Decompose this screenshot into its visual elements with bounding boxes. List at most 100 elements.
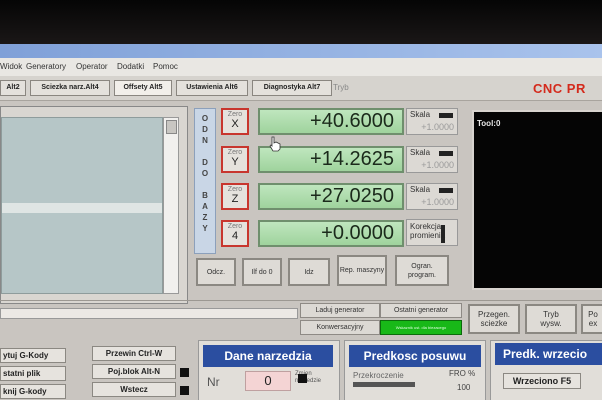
korekcja-indicator [441, 225, 445, 243]
display-line2: wysw. [540, 319, 562, 328]
machine-ref-button[interactable]: Rep. maszyny [337, 255, 387, 286]
green-status-button[interactable]: Wskaznik ust. dla biezacego [380, 320, 462, 335]
dro-4[interactable]: +0.0000 [258, 220, 404, 247]
display-line1: Tryb [543, 310, 559, 319]
zero-y-button[interactable]: Zero Y [221, 146, 249, 173]
override-label: Przekroczenie [353, 371, 404, 380]
odn-letter: N [202, 136, 208, 145]
tab-sciezka[interactable]: Sciezka narz.Alt4 [30, 80, 110, 96]
separator [0, 300, 602, 301]
zero-z-button[interactable]: Zero Z [221, 183, 249, 210]
odn-letter [195, 146, 215, 157]
tab-diagnostyka[interactable]: Diagnostyka Alt7 [252, 80, 332, 96]
single-block-led [180, 368, 189, 377]
gcode-scrollbar[interactable] [163, 117, 179, 294]
feed-rate-panel: Predkosc posuwu Przekroczenie FRO % 100 [344, 340, 486, 400]
display-mode-button[interactable]: Tryb wysw. [525, 304, 577, 334]
korekcja-line2: promienia [410, 231, 446, 240]
zero-x-button[interactable]: Zero X [221, 108, 249, 135]
scrollbar-thumb[interactable] [166, 120, 177, 134]
odn-letter: D [202, 158, 208, 167]
tool-data-panel: Dane narzedzia Nr 0 Zmien narzedzie [198, 340, 340, 400]
tab-bar: Alt2 Sciezka narz.Alt4 Offsety Alt5 Usta… [0, 76, 602, 101]
tryb-label: Tryb [333, 83, 349, 92]
close-gcode-button[interactable]: knij G-kody [0, 384, 66, 399]
odn-letter: Y [202, 224, 208, 233]
window-title-strip [0, 44, 602, 58]
extra-button[interactable]: Po ex [581, 304, 602, 334]
odn-letter [195, 179, 215, 190]
regen-path-button[interactable]: Przegen. sciezke [468, 304, 520, 334]
all-to-zero-button[interactable]: Ilf do 0 [242, 258, 282, 286]
scale-indicator [439, 113, 453, 118]
menu-pomoc[interactable]: Pomoc [153, 62, 178, 71]
zero-label: Zero [227, 149, 243, 156]
single-block-button[interactable]: Poj.blok Alt-N [92, 364, 176, 379]
odn-letter: A [202, 202, 208, 211]
hand-cursor-icon [269, 136, 281, 152]
scale-value: +1.0000 [421, 160, 454, 170]
override-indicator [353, 382, 415, 387]
spindle-toggle-button[interactable]: Wrzeciono F5 [503, 373, 581, 389]
file-path-field [0, 308, 298, 319]
goto-button[interactable]: Idz [288, 258, 330, 286]
tab-offsety[interactable]: Offsety Alt5 [114, 80, 172, 96]
tab-alt2[interactable]: Alt2 [0, 80, 26, 96]
menu-generatory[interactable]: Generatory [26, 62, 66, 71]
load-generator-button[interactable]: Laduj generator [300, 303, 380, 318]
scale-indicator [439, 151, 453, 156]
brand-title: CNC PR [533, 81, 586, 96]
odcz-button[interactable]: Odcz. [196, 258, 236, 286]
scale-z[interactable]: Skala +1.0000 [406, 183, 458, 210]
mach-screen: Widok Generatory Operator Dodatki Pomoc … [0, 44, 602, 400]
rewind-button[interactable]: Przewin Ctrl-W [92, 346, 176, 361]
scale-x[interactable]: Skala +1.0000 [406, 108, 458, 135]
monitor-bezel [0, 0, 602, 44]
conversational-button[interactable]: Konwersacyjny [300, 320, 380, 335]
dro-z[interactable]: +27.0250 [258, 183, 404, 210]
reverse-led [180, 386, 189, 395]
spindle-title: Predk. wrzecio [495, 343, 602, 365]
korekcja-line1: Korekcja [410, 222, 442, 231]
reverse-button[interactable]: Wstecz [92, 382, 176, 397]
scale-label: Skala [410, 110, 431, 119]
korekcja-promienia[interactable]: Korekcja promienia [406, 219, 458, 246]
tab-ustawienia[interactable]: Ustawienia Alt6 [176, 80, 248, 96]
extra-line1: Po [588, 310, 598, 319]
axis-letter: X [231, 118, 239, 130]
fro-value: 100 [457, 383, 471, 392]
zero-label: Zero [227, 186, 243, 193]
recent-file-button[interactable]: statni plik [0, 366, 66, 381]
odn-letter: D [202, 125, 208, 134]
tool-number[interactable]: 0 [245, 371, 291, 391]
last-generator-button[interactable]: Ostatni generator [380, 303, 462, 318]
odn-letter: O [201, 169, 209, 178]
extra-line2: ex [588, 319, 598, 328]
tool-data-title: Dane narzedzia [203, 345, 333, 367]
menu-dodatki[interactable]: Dodatki [117, 62, 144, 71]
zero-label: Zero [227, 111, 243, 118]
scale-y[interactable]: Skala +1.0000 [406, 146, 458, 173]
zero-4-button[interactable]: Zero 4 [221, 220, 249, 247]
odn-letter: B [202, 191, 208, 200]
regen-line2: sciezke [480, 319, 508, 328]
spindle-panel: Predk. wrzecio Wrzeciono F5 [490, 340, 602, 400]
edit-gcode-button[interactable]: ytuj G-Kody [0, 348, 66, 363]
nr-label: Nr [207, 375, 220, 389]
scale-value: +1.0000 [421, 122, 454, 132]
gcode-list[interactable] [1, 117, 163, 294]
menu-bar: Widok Generatory Operator Dodatki Pomoc [0, 58, 602, 76]
scale-label: Skala [410, 185, 431, 194]
scale-value: +1.0000 [421, 197, 454, 207]
soft-limits-button[interactable]: Ogran. program. [395, 255, 449, 286]
change-tool-led [298, 374, 307, 383]
odn-letter: Z [202, 213, 208, 222]
zero-label: Zero [227, 223, 243, 230]
menu-operator[interactable]: Operator [76, 62, 108, 71]
feed-rate-title: Predkosc posuwu [349, 345, 481, 367]
tool-label: Tool:0 [477, 119, 501, 128]
dro-x[interactable]: +40.6000 [258, 108, 404, 135]
odn-do-bazy-button[interactable]: O D N D O B A Z Y [194, 108, 216, 254]
gcode-list-panel [0, 106, 188, 304]
menu-widok[interactable]: Widok [0, 62, 22, 71]
